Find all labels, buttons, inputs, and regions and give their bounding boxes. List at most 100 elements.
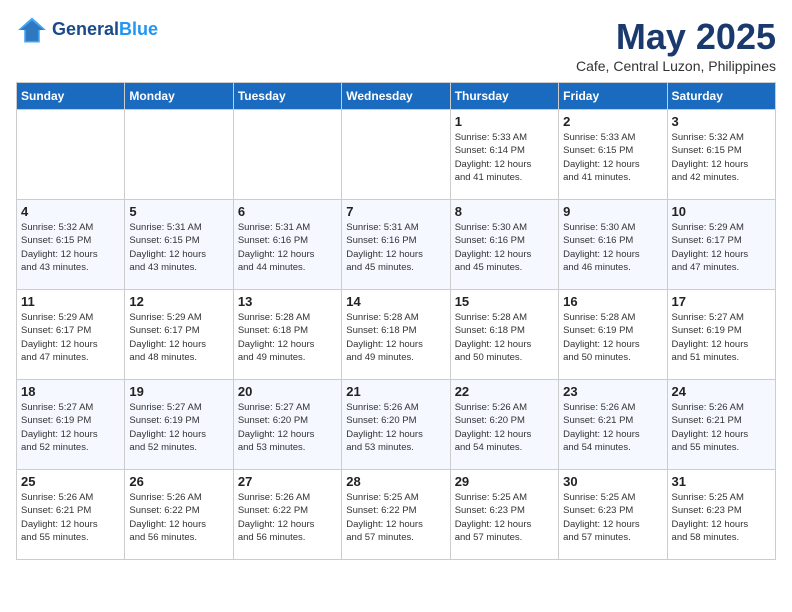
day-info: Sunrise: 5:28 AMSunset: 6:18 PMDaylight:…	[346, 311, 445, 364]
weekday-header-friday: Friday	[559, 83, 667, 110]
day-info: Sunrise: 5:32 AMSunset: 6:15 PMDaylight:…	[21, 221, 120, 274]
calendar-cell: 1 Sunrise: 5:33 AMSunset: 6:14 PMDaylight…	[450, 110, 558, 200]
day-info: Sunrise: 5:26 AMSunset: 6:22 PMDaylight:…	[238, 491, 337, 544]
day-info: Sunrise: 5:29 AMSunset: 6:17 PMDaylight:…	[21, 311, 120, 364]
calendar-cell: 29 Sunrise: 5:25 AMSunset: 6:23 PMDayligh…	[450, 470, 558, 560]
calendar-cell: 30Sunrise: 5:25 AMSunset: 6:23 PMDayligh…	[559, 470, 667, 560]
calendar-cell: 24Sunrise: 5:26 AMSunset: 6:21 PMDayligh…	[667, 380, 775, 470]
day-info: Sunrise: 5:25 AMSunset: 6:23 PMDaylight:…	[672, 491, 771, 544]
day-number: 23	[563, 384, 662, 399]
calendar-cell: 2 Sunrise: 5:33 AMSunset: 6:15 PMDaylight…	[559, 110, 667, 200]
day-number: 24	[672, 384, 771, 399]
day-number: 26	[129, 474, 228, 489]
calendar-cell: 22 Sunrise: 5:26 AMSunset: 6:20 PMDayligh…	[450, 380, 558, 470]
day-number: 20	[238, 384, 337, 399]
day-info: Sunrise: 5:33 AMSunset: 6:15 PMDaylight:…	[563, 131, 662, 184]
day-info: Sunrise: 5:28 AMSunset: 6:18 PMDaylight:…	[238, 311, 337, 364]
day-number: 18	[21, 384, 120, 399]
day-number: 16	[563, 294, 662, 309]
day-info: Sunrise: 5:25 AMSunset: 6:23 PMDaylight:…	[455, 491, 554, 544]
day-info: Sunrise: 5:29 AMSunset: 6:17 PMDaylight:…	[129, 311, 228, 364]
calendar-cell: 11 Sunrise: 5:29 AMSunset: 6:17 PMDayligh…	[17, 290, 125, 380]
day-number: 13	[238, 294, 337, 309]
day-number: 25	[21, 474, 120, 489]
week-row-5: 25 Sunrise: 5:26 AMSunset: 6:21 PMDayligh…	[17, 470, 776, 560]
day-number: 21	[346, 384, 445, 399]
day-info: Sunrise: 5:32 AMSunset: 6:15 PMDaylight:…	[672, 131, 771, 184]
day-info: Sunrise: 5:26 AMSunset: 6:21 PMDaylight:…	[21, 491, 120, 544]
weekday-header-tuesday: Tuesday	[233, 83, 341, 110]
day-number: 11	[21, 294, 120, 309]
day-number: 29	[455, 474, 554, 489]
calendar-cell: 28 Sunrise: 5:25 AMSunset: 6:22 PMDayligh…	[342, 470, 450, 560]
day-info: Sunrise: 5:28 AMSunset: 6:18 PMDaylight:…	[455, 311, 554, 364]
day-number: 14	[346, 294, 445, 309]
day-number: 6	[238, 204, 337, 219]
calendar-cell: 25 Sunrise: 5:26 AMSunset: 6:21 PMDayligh…	[17, 470, 125, 560]
calendar-cell	[125, 110, 233, 200]
calendar-cell: 13 Sunrise: 5:28 AMSunset: 6:18 PMDayligh…	[233, 290, 341, 380]
calendar-cell	[233, 110, 341, 200]
day-info: Sunrise: 5:25 AMSunset: 6:22 PMDaylight:…	[346, 491, 445, 544]
day-info: Sunrise: 5:27 AMSunset: 6:19 PMDaylight:…	[129, 401, 228, 454]
weekday-header-saturday: Saturday	[667, 83, 775, 110]
day-number: 15	[455, 294, 554, 309]
calendar-table: SundayMondayTuesdayWednesdayThursdayFrid…	[16, 82, 776, 560]
calendar-cell: 16 Sunrise: 5:28 AMSunset: 6:19 PMDayligh…	[559, 290, 667, 380]
calendar-cell: 19 Sunrise: 5:27 AMSunset: 6:19 PMDayligh…	[125, 380, 233, 470]
calendar-cell: 12 Sunrise: 5:29 AMSunset: 6:17 PMDayligh…	[125, 290, 233, 380]
calendar-cell: 10 Sunrise: 5:29 AMSunset: 6:17 PMDayligh…	[667, 200, 775, 290]
logo-icon	[16, 16, 48, 44]
calendar-cell	[342, 110, 450, 200]
day-number: 28	[346, 474, 445, 489]
day-number: 19	[129, 384, 228, 399]
day-info: Sunrise: 5:26 AMSunset: 6:22 PMDaylight:…	[129, 491, 228, 544]
calendar-cell: 21 Sunrise: 5:26 AMSunset: 6:20 PMDayligh…	[342, 380, 450, 470]
day-number: 31	[672, 474, 771, 489]
day-info: Sunrise: 5:27 AMSunset: 6:19 PMDaylight:…	[672, 311, 771, 364]
weekday-header-wednesday: Wednesday	[342, 83, 450, 110]
day-number: 27	[238, 474, 337, 489]
day-info: Sunrise: 5:28 AMSunset: 6:19 PMDaylight:…	[563, 311, 662, 364]
location: Cafe, Central Luzon, Philippines	[576, 58, 776, 74]
day-number: 7	[346, 204, 445, 219]
calendar-cell: 3Sunrise: 5:32 AMSunset: 6:15 PMDaylight…	[667, 110, 775, 200]
logo: GeneralBlue	[16, 16, 158, 44]
day-number: 12	[129, 294, 228, 309]
day-number: 30	[563, 474, 662, 489]
day-info: Sunrise: 5:27 AMSunset: 6:19 PMDaylight:…	[21, 401, 120, 454]
weekday-header-thursday: Thursday	[450, 83, 558, 110]
calendar-cell: 17Sunrise: 5:27 AMSunset: 6:19 PMDayligh…	[667, 290, 775, 380]
calendar-cell: 23Sunrise: 5:26 AMSunset: 6:21 PMDayligh…	[559, 380, 667, 470]
day-number: 9	[563, 204, 662, 219]
day-number: 22	[455, 384, 554, 399]
calendar-cell: 5Sunrise: 5:31 AMSunset: 6:15 PMDaylight…	[125, 200, 233, 290]
calendar-cell: 26 Sunrise: 5:26 AMSunset: 6:22 PMDayligh…	[125, 470, 233, 560]
day-info: Sunrise: 5:26 AMSunset: 6:20 PMDaylight:…	[346, 401, 445, 454]
weekday-header-sunday: Sunday	[17, 83, 125, 110]
calendar-cell: 9Sunrise: 5:30 AMSunset: 6:16 PMDaylight…	[559, 200, 667, 290]
month-title: May 2025	[576, 16, 776, 58]
calendar-cell: 15 Sunrise: 5:28 AMSunset: 6:18 PMDayligh…	[450, 290, 558, 380]
day-number: 5	[129, 204, 228, 219]
day-number: 4	[21, 204, 120, 219]
day-info: Sunrise: 5:30 AMSunset: 6:16 PMDaylight:…	[455, 221, 554, 274]
calendar-cell	[17, 110, 125, 200]
weekday-header-monday: Monday	[125, 83, 233, 110]
week-row-3: 11 Sunrise: 5:29 AMSunset: 6:17 PMDayligh…	[17, 290, 776, 380]
calendar-cell: 31 Sunrise: 5:25 AMSunset: 6:23 PMDayligh…	[667, 470, 775, 560]
day-info: Sunrise: 5:27 AMSunset: 6:20 PMDaylight:…	[238, 401, 337, 454]
calendar-cell: 14 Sunrise: 5:28 AMSunset: 6:18 PMDayligh…	[342, 290, 450, 380]
title-block: May 2025 Cafe, Central Luzon, Philippine…	[576, 16, 776, 74]
week-row-1: 1 Sunrise: 5:33 AMSunset: 6:14 PMDaylight…	[17, 110, 776, 200]
day-info: Sunrise: 5:33 AMSunset: 6:14 PMDaylight:…	[455, 131, 554, 184]
calendar-cell: 18 Sunrise: 5:27 AMSunset: 6:19 PMDayligh…	[17, 380, 125, 470]
logo-text: GeneralBlue	[52, 20, 158, 40]
week-row-2: 4 Sunrise: 5:32 AMSunset: 6:15 PMDaylight…	[17, 200, 776, 290]
day-info: Sunrise: 5:26 AMSunset: 6:20 PMDaylight:…	[455, 401, 554, 454]
calendar-cell: 7Sunrise: 5:31 AMSunset: 6:16 PMDaylight…	[342, 200, 450, 290]
day-info: Sunrise: 5:29 AMSunset: 6:17 PMDaylight:…	[672, 221, 771, 274]
day-number: 1	[455, 114, 554, 129]
day-number: 2	[563, 114, 662, 129]
day-number: 10	[672, 204, 771, 219]
